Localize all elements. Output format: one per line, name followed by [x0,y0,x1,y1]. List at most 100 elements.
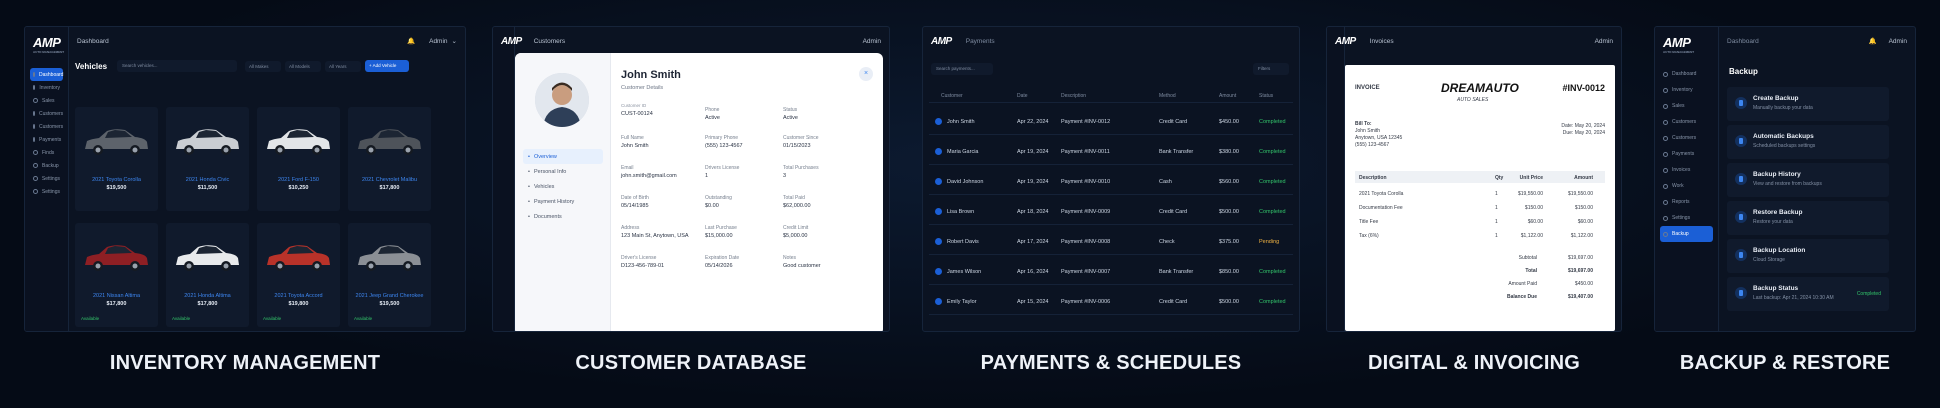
field-value: John Smith [621,143,649,149]
bell-icon[interactable]: 🔔 [1868,37,1876,45]
field-value: Active [705,115,720,121]
filters-button[interactable]: Filters [1253,63,1289,75]
cell-method: Credit Card [1159,208,1188,215]
user-menu[interactable]: Admin [863,38,881,45]
table-row[interactable]: Emily Taylor Apr 15, 2024 Payment #INV-000… [929,289,1293,315]
tab-4[interactable]: • Documents [523,209,603,224]
sidebar-item[interactable]: Inventory [25,81,68,94]
menu-icon [1663,135,1668,141]
cell-customer: John Smith [947,118,975,125]
item-qty: 1 [1495,205,1498,211]
row-icon [935,298,942,305]
page-title: Invoices [1369,37,1394,45]
sidebar-item[interactable]: Dashboard [1655,66,1718,82]
sidebar-item[interactable]: Payments [25,133,68,146]
tab-label: Overview [533,153,557,160]
menu-icon [1663,215,1668,221]
sidebar-item[interactable]: Finds [25,146,68,159]
sidebar-item[interactable]: Customers [25,107,68,120]
total-label: Balance Due [1506,294,1537,300]
sidebar-item[interactable]: Dashboard [30,68,63,81]
vehicle-price: $19,800 [288,301,309,307]
sidebar-item[interactable]: Sales [1655,98,1718,114]
tab-icon: • [528,198,530,205]
menu-icon [1663,87,1668,93]
backup-card[interactable]: Restore Backup Restore your data [1727,201,1889,235]
vehicle-card[interactable]: 2021 Toyota Accord $19,800 Available [257,223,340,327]
sidebar-item[interactable]: Settings [25,185,68,198]
row-icon [935,148,942,155]
filter-makes[interactable]: All Makes [245,60,282,72]
close-icon[interactable]: × [859,67,873,81]
table-row[interactable]: Lisa Brown Apr 18, 2024 Payment #INV-0009 C… [929,199,1293,225]
customer-subtitle: Customer Details [621,85,664,91]
backup-card-title: Automatic Backups [1753,133,1814,140]
sidebar-item[interactable]: Customers [1655,130,1718,146]
cell-status: Completed [1259,208,1286,215]
backup-card[interactable]: Backup Status Last backup: Apr 21, 2024 1… [1727,277,1889,311]
cell-desc: Payment #INV-0006 [1061,298,1111,305]
sidebar-item[interactable]: Payments [1655,146,1718,162]
vehicle-card[interactable]: 2021 Toyota Corolla $19,500 [75,107,158,211]
column-header: Qty [1495,175,1504,181]
sidebar-item[interactable]: Sales [25,94,68,107]
field-label: Email [621,165,634,171]
table-row[interactable]: Maria Garcia Apr 19, 2024 Payment #INV-001… [929,139,1293,165]
field-value: Active [783,115,798,121]
sidebar-item[interactable]: Inventory [1655,82,1718,98]
sidebar-item[interactable]: Customers [1655,114,1718,130]
sidebar-item[interactable]: Backup [1660,226,1713,242]
bell-icon[interactable]: 🔔 [407,37,415,45]
table-row[interactable]: James Wilson Apr 16, 2024 Payment #INV-000… [929,259,1293,285]
item-unit: $1,122.00 [1520,233,1543,239]
table-row[interactable]: John Smith Apr 22, 2024 Payment #INV-0012 C… [929,109,1293,135]
menu-icon [1663,183,1668,189]
customer-field: Primary Phone (555) 123-4567 [705,135,783,149]
cell-amount: $500.00 [1219,298,1239,305]
search-input[interactable]: Search payments... [931,63,993,75]
filter-models[interactable]: All Models [285,60,322,72]
sidebar-item[interactable]: Settings [1655,210,1718,226]
table-row[interactable]: Robert Davis Apr 17, 2024 Payment #INV-000… [929,229,1293,255]
sidebar-item[interactable]: Settings [25,172,68,185]
backup-card-desc: Cloud Storage [1753,257,1785,263]
field-value: 123 Main St, Anytown, USA [621,233,689,239]
sidebar-item[interactable]: Backup [25,159,68,172]
tab-3[interactable]: • Payment History [523,194,603,209]
sidebar-item-label: Inventory [1672,87,1693,93]
search-input[interactable]: Search vehicles... [117,60,238,72]
vehicle-card[interactable]: 2021 Honda Altima $17,800 Available [166,223,249,327]
tab-2[interactable]: • Vehicles [523,179,603,194]
table-row[interactable]: David Johnson Apr 19, 2024 Payment #INV-00… [929,169,1293,195]
user-menu[interactable]: Admin [1595,38,1613,45]
backup-card[interactable]: Automatic Backups Scheduled backups setti… [1727,125,1889,159]
add-vehicle-button[interactable]: + Add Vehicle [365,60,410,72]
vehicle-card[interactable]: 2021 Honda Civic $11,500 [166,107,249,211]
page-title: Dashboard [77,37,109,45]
backup-card[interactable]: Backup Location Cloud Storage [1727,239,1889,273]
tab-0[interactable]: • Overview [523,149,603,164]
vehicle-card[interactable]: 2021 Ford F-150 $10,250 [257,107,340,211]
sidebar-item[interactable]: Work [1655,178,1718,194]
tab-1[interactable]: • Personal Info [523,164,603,179]
backup-icon [1735,211,1747,223]
vehicle-card[interactable]: 2021 Nissan Altima $17,800 Available [75,223,158,327]
sidebar-item[interactable]: Reports [1655,194,1718,210]
row-icon [935,268,942,275]
vehicle-card[interactable]: 2021 Jeep Grand Cherokee $19,500 Available [348,223,431,327]
cell-date: Apr 18, 2024 [1017,208,1049,215]
user-menu[interactable]: Admin [429,38,447,45]
item-desc: Tax (6%) [1359,233,1379,239]
vehicle-name: 2021 Jeep Grand Cherokee [355,293,424,299]
backup-card[interactable]: Create Backup Manually backup your data [1727,87,1889,121]
backup-card[interactable]: Backup History View and restore from back… [1727,163,1889,197]
sidebar-item[interactable]: Invoices [1655,162,1718,178]
filter-years[interactable]: All Years [325,60,362,72]
vehicle-card[interactable]: 2021 Chevrolet Malibu $17,800 [348,107,431,211]
brand-logo: AMP AUTO MANAGEMENT [1663,35,1695,54]
sidebar-item-label: Reports [1672,199,1690,205]
total-label: Total [1525,268,1537,274]
sidebar-item[interactable]: Customers [25,120,68,133]
cell-amount: $850.00 [1219,268,1239,275]
user-menu[interactable]: Admin [1889,38,1907,45]
